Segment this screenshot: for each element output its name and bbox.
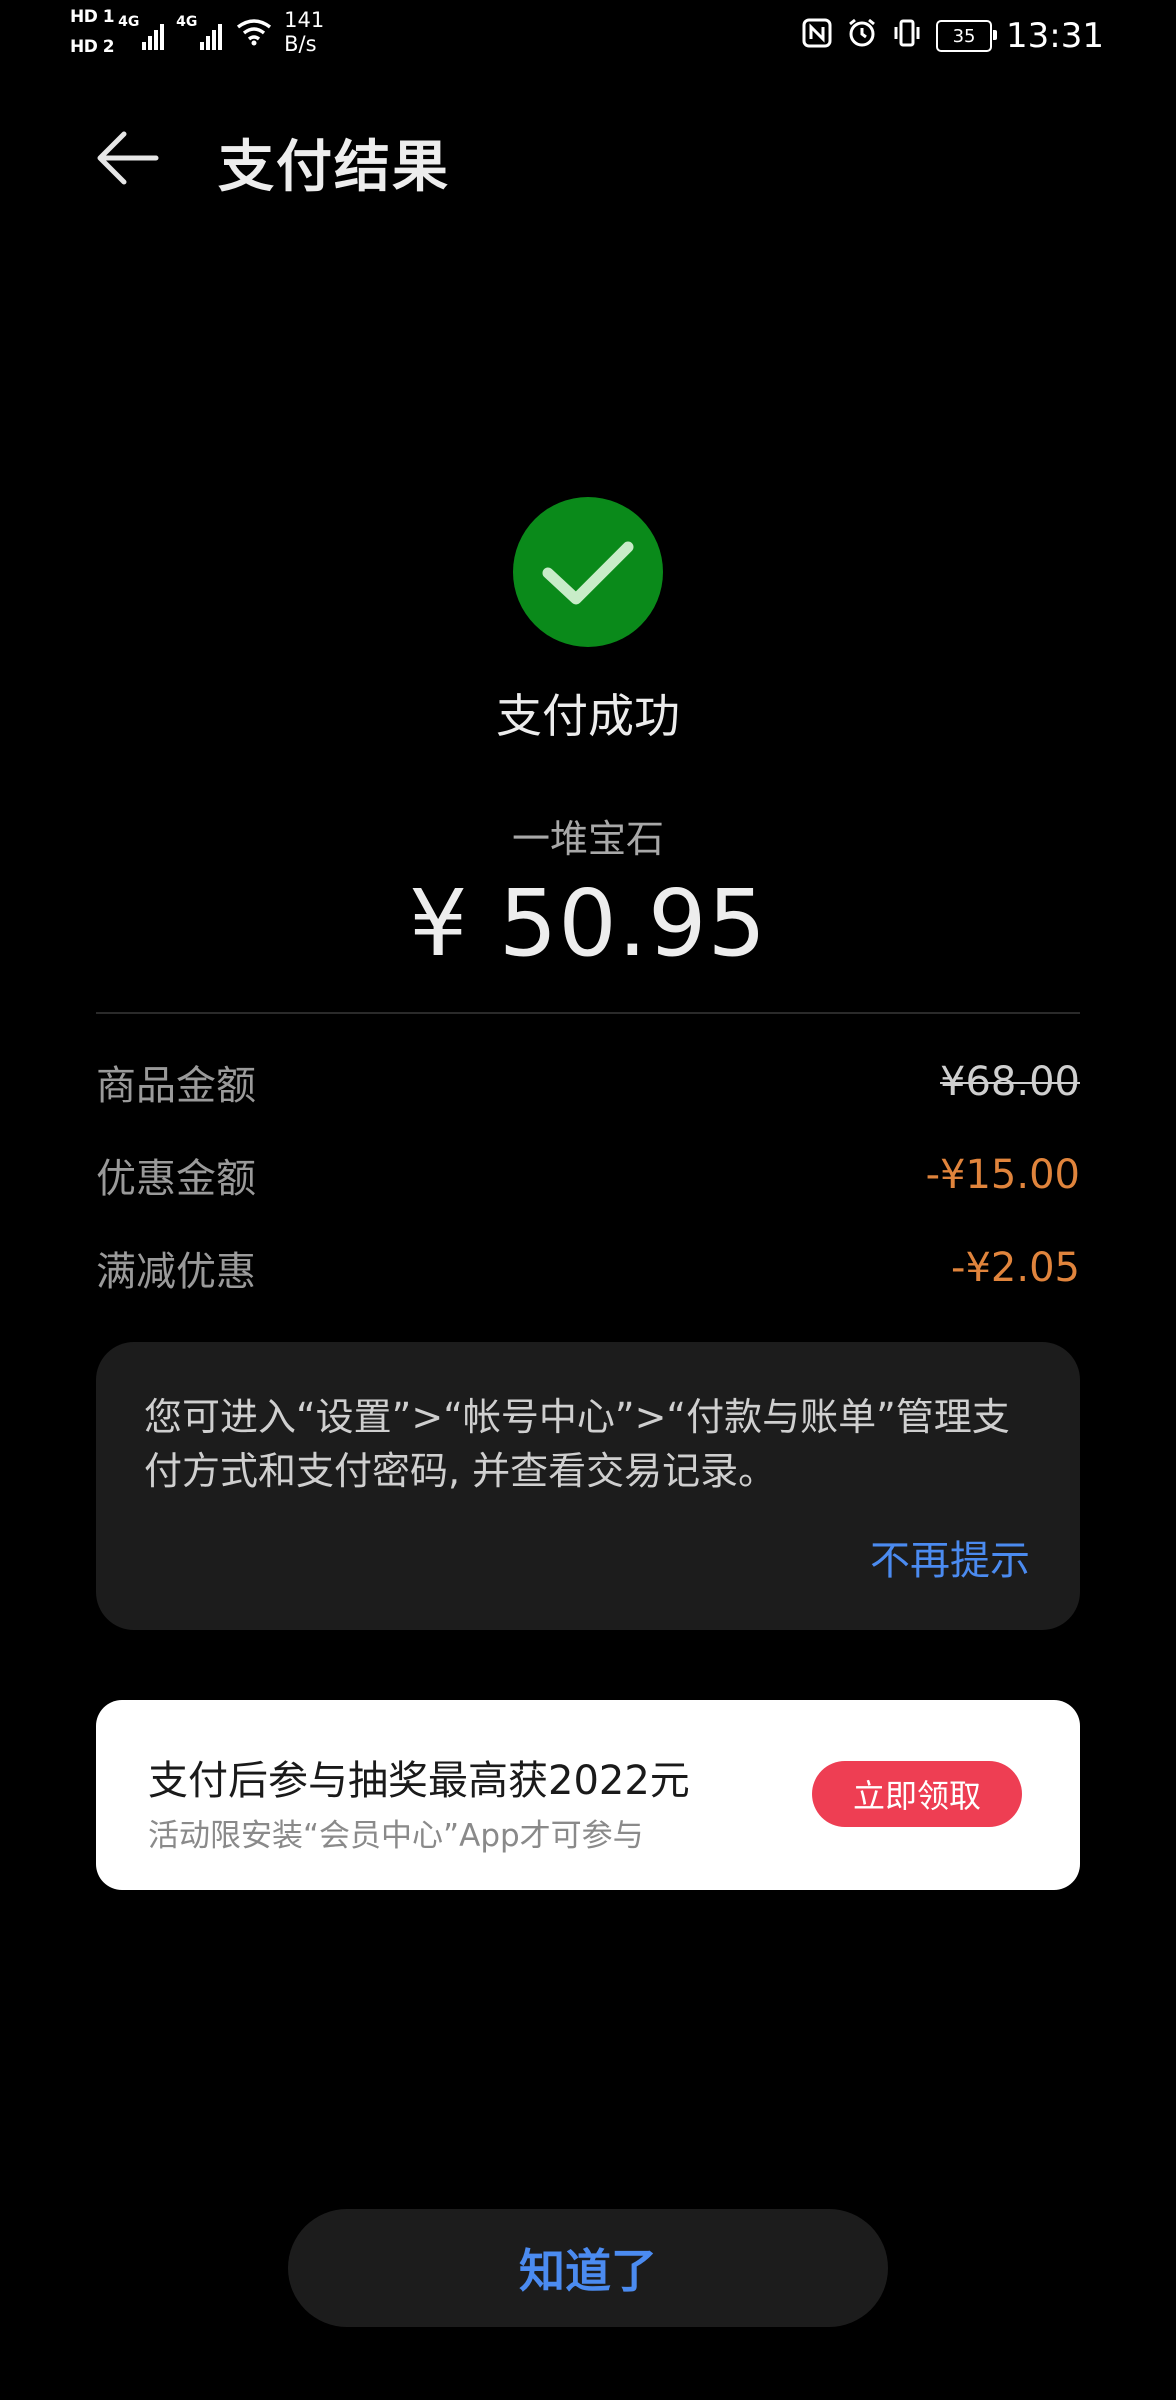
network-speed: 141 B/s <box>284 8 324 56</box>
detail-value: -¥2.05 <box>951 1245 1080 1291</box>
alarm-icon <box>846 17 878 56</box>
payment-status: 支付成功 <box>496 689 680 743</box>
detail-label: 满减优惠 <box>96 1249 256 1295</box>
promo-title: 支付后参与抽奖最高获2022元 <box>148 1758 690 1804</box>
divider <box>96 1012 1080 1014</box>
detail-row-discount: 优惠金额 -¥15.00 <box>96 1145 1080 1205</box>
vibrate-icon <box>892 18 922 55</box>
merchant-name: 一堆宝石 <box>511 817 664 861</box>
network-type-1: 4G <box>118 14 140 30</box>
network-type-2: 4G <box>176 14 198 30</box>
info-text: 您可进入“设置”>“帐号中心”>“付款与账单”管理支付方式和支付密码, 并查看交… <box>144 1395 1010 1493</box>
detail-label: 优惠金额 <box>96 1156 256 1202</box>
payment-amount: ¥ 50.95 <box>408 870 768 977</box>
status-bar: HD 1 HD 2 4G 4G 141 B/s 35 13:31 <box>0 0 1176 80</box>
page-title: 支付结果 <box>218 135 450 200</box>
check-circle-icon <box>513 497 663 647</box>
ok-button[interactable]: 知道了 <box>288 2209 888 2327</box>
sim2-label: HD 2 <box>70 37 115 57</box>
detail-label: 商品金额 <box>96 1063 256 1109</box>
signal-icon-2: 4G <box>176 8 224 50</box>
nfc-icon <box>802 18 832 55</box>
wifi-icon <box>236 8 274 50</box>
detail-row-original: 商品金额 ¥68.00 <box>96 1052 1080 1112</box>
promo-card[interactable]: 支付后参与抽奖最高获2022元 活动限安装“会员中心”App才可参与 立即领取 <box>96 1700 1080 1890</box>
promo-subtitle: 活动限安装“会员中心”App才可参与 <box>148 1818 644 1854</box>
signal-icon-1: 4G <box>118 8 166 50</box>
status-left: HD 1 HD 2 4G 4G 141 B/s <box>70 8 324 68</box>
dont-remind-link[interactable]: 不再提示 <box>870 1528 1030 1586</box>
detail-value: ¥68.00 <box>940 1059 1080 1105</box>
status-right: 35 13:31 <box>788 14 1104 58</box>
detail-row-full-reduction: 满减优惠 -¥2.05 <box>96 1238 1080 1298</box>
back-button[interactable] <box>96 130 168 186</box>
detail-value: -¥15.00 <box>925 1152 1080 1198</box>
sim1-label: HD 1 <box>70 7 115 27</box>
claim-button[interactable]: 立即领取 <box>812 1761 1022 1827</box>
speed-value: 141 <box>284 8 325 32</box>
clock: 13:31 <box>1006 16 1104 56</box>
battery-icon: 35 <box>936 20 998 52</box>
sim-labels: HD 1 HD 2 <box>70 7 115 68</box>
info-card: 您可进入“设置”>“帐号中心”>“付款与账单”管理支付方式和支付密码, 并查看交… <box>96 1342 1080 1630</box>
speed-unit: B/s <box>284 32 317 56</box>
arrow-left-icon <box>97 131 159 185</box>
